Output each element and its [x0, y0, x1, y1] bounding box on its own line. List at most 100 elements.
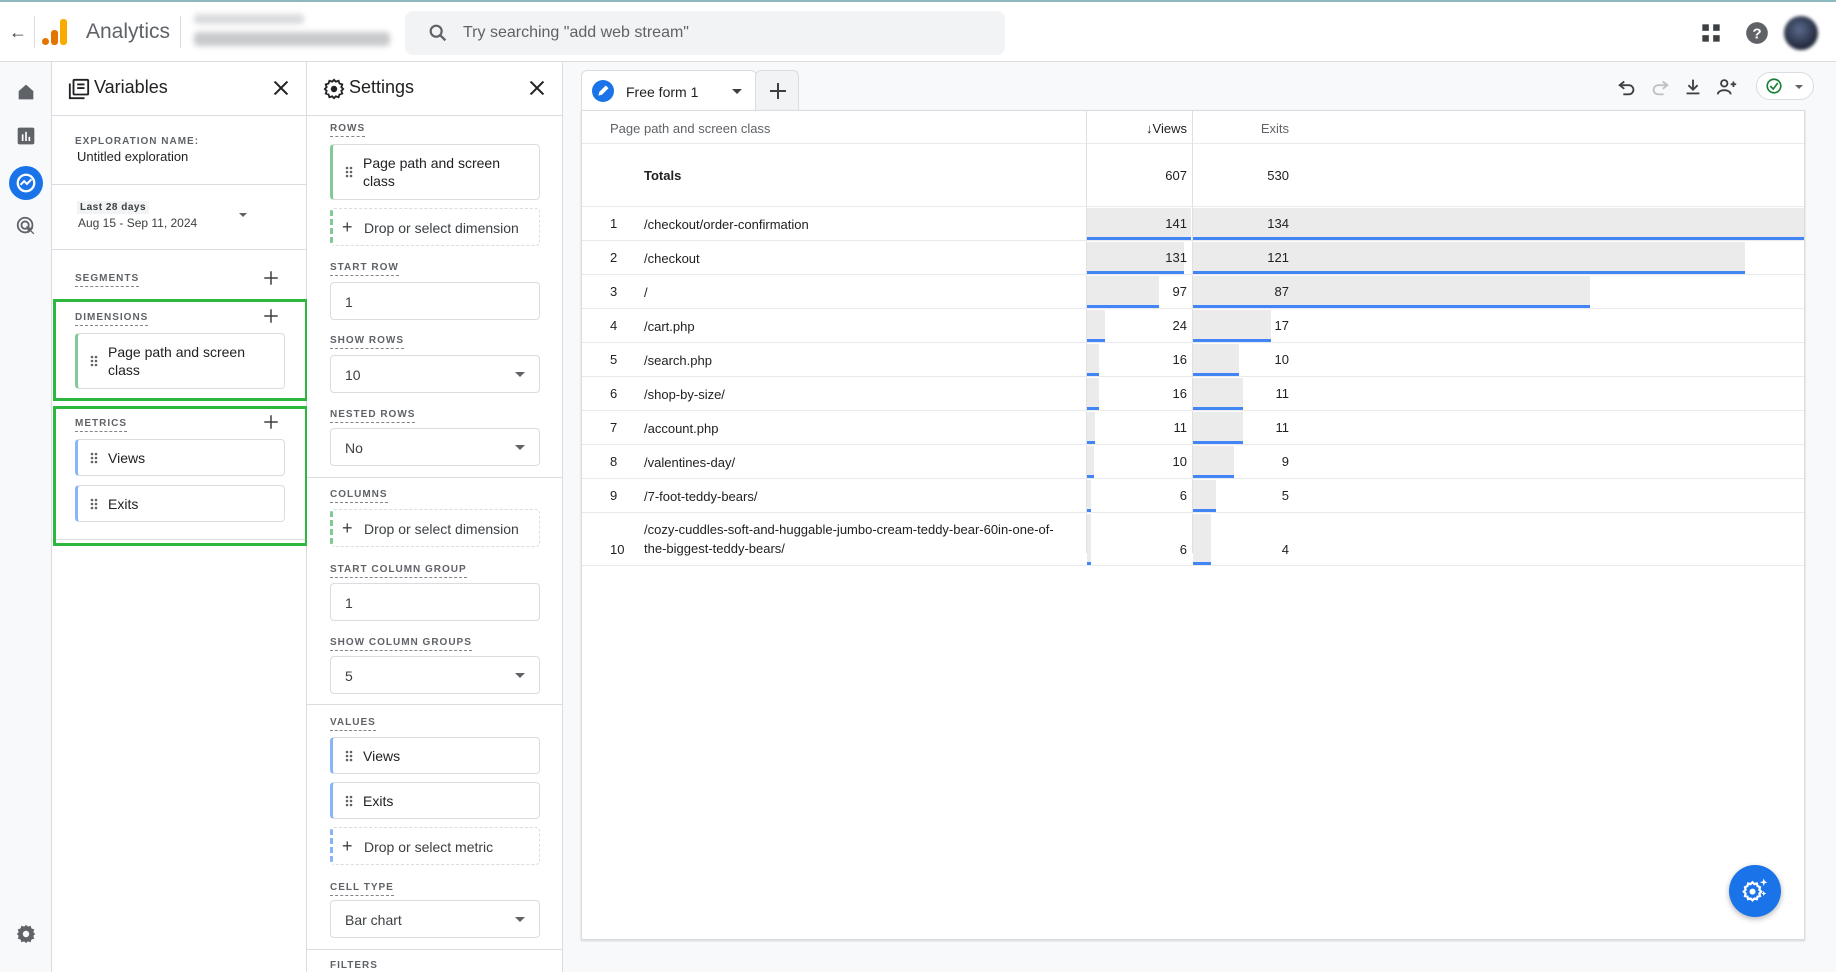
table-row[interactable]: 1/checkout/order-confirmation 141 134: [582, 207, 1804, 241]
check-circle-icon: [1766, 78, 1782, 94]
search-bar[interactable]: [405, 11, 1005, 55]
rows-chip-label: Page path and screen class: [363, 155, 500, 189]
table-row[interactable]: 2/checkout 131 121: [582, 241, 1804, 275]
explore-icon: [16, 173, 36, 193]
table-header: Page path and screen class ↓Views Exits: [582, 111, 1804, 144]
date-range-label: Last 28 days: [77, 201, 150, 214]
drag-handle-icon: [345, 795, 353, 807]
left-nav-rail: [0, 62, 52, 972]
gear-icon: [16, 924, 36, 944]
table-row[interactable]: 7/account.php 11 11: [582, 411, 1804, 445]
column-header-exits[interactable]: Exits: [1193, 121, 1289, 136]
close-settings-icon[interactable]: [526, 77, 548, 99]
exploration-name-input[interactable]: Untitled exploration: [77, 149, 188, 164]
tab-free-form-1[interactable]: Free form 1: [581, 70, 757, 111]
variables-icon: [68, 78, 90, 100]
status-dropdown[interactable]: [1756, 72, 1814, 100]
dropdown-caret-icon: [1795, 85, 1803, 89]
share-add-user-icon[interactable]: [1716, 76, 1738, 98]
edit-pencil-icon: [592, 80, 614, 102]
row-page-path: /7-foot-teddy-bears/: [644, 489, 758, 504]
show-rows-label: SHOW ROWS: [330, 335, 404, 349]
exploration-canvas: Free form 1 Page path and screen class ↓…: [563, 62, 1836, 972]
row-number: 6: [610, 386, 618, 401]
row-exits-value: 4: [1281, 542, 1289, 557]
date-range-picker[interactable]: Last 28 days Aug 15 - Sep 11, 2024: [52, 185, 306, 250]
nested-rows-select[interactable]: No: [330, 428, 540, 466]
table-row[interactable]: 10/cozy-cuddles-soft-and-huggable-jumbo-…: [582, 513, 1804, 566]
close-variables-icon[interactable]: [270, 77, 292, 99]
redo-icon[interactable]: [1649, 76, 1671, 98]
row-views-value: 11: [1173, 420, 1188, 435]
row-views-value: 16: [1172, 352, 1187, 367]
row-exits-value: 121: [1267, 250, 1289, 265]
row-views-value: 141: [1165, 216, 1187, 231]
row-number: 5: [610, 352, 618, 367]
show-column-groups-label: SHOW COLUMN GROUPS: [330, 637, 472, 651]
cell-type-select[interactable]: Bar chart: [330, 900, 540, 938]
dropdown-caret-icon: [515, 673, 525, 678]
variables-title: Variables: [94, 77, 168, 97]
back-button[interactable]: ←: [6, 20, 30, 44]
row-exits-value: 11: [1275, 386, 1290, 401]
settings-header: Settings: [307, 62, 562, 116]
table-row[interactable]: 4/cart.php 24 17: [582, 309, 1804, 343]
start-row-value: 1: [345, 294, 353, 310]
tab-menu-caret-icon[interactable]: [732, 89, 742, 94]
row-number: 7: [610, 420, 618, 435]
values-chip-exits[interactable]: Exits: [330, 782, 540, 819]
show-rows-value: 10: [345, 367, 361, 383]
column-header-views[interactable]: ↓Views: [1087, 121, 1187, 136]
dropdown-caret-icon: [515, 445, 525, 450]
plus-icon: [770, 83, 786, 99]
table-row[interactable]: 6/shop-by-size/16 11: [582, 377, 1804, 411]
table-row[interactable]: 8/valentines-day/10 9: [582, 445, 1804, 479]
show-column-groups-value: 5: [345, 668, 353, 684]
row-page-path: /account.php: [644, 421, 719, 436]
start-row-label: START ROW: [330, 262, 399, 276]
show-rows-select[interactable]: 10: [330, 355, 540, 393]
row-exits-value: 9: [1281, 454, 1289, 469]
rail-item-admin[interactable]: [12, 920, 40, 948]
search-icon: [429, 24, 447, 42]
add-tab-button[interactable]: [755, 70, 799, 110]
table-row[interactable]: 3 / 97 87: [582, 275, 1804, 309]
columns-drop-dimension[interactable]: + Drop or select dimension: [330, 509, 540, 547]
row-page-path: /cozy-cuddles-soft-and-huggable-jumbo-cr…: [644, 522, 1054, 556]
table-row[interactable]: 5/search.php 16 10: [582, 343, 1804, 377]
help-icon[interactable]: ?: [1744, 20, 1770, 46]
table-row[interactable]: 9/7-foot-teddy-bears/6 5: [582, 479, 1804, 513]
rail-item-explore[interactable]: [9, 166, 43, 200]
search-input[interactable]: [463, 11, 983, 55]
values-chip-label: Exits: [363, 793, 394, 809]
start-column-group-label: START COLUMN GROUP: [330, 564, 467, 578]
apps-grid-icon[interactable]: [1698, 20, 1724, 46]
start-row-input[interactable]: 1: [330, 282, 540, 320]
column-header-dimension[interactable]: Page path and screen class: [610, 121, 770, 136]
row-exits-value: 10: [1274, 352, 1289, 367]
account-avatar[interactable]: [1784, 16, 1818, 50]
svg-text:?: ?: [1752, 25, 1761, 42]
rows-drop-dimension[interactable]: + Drop or select dimension: [330, 208, 540, 246]
show-column-groups-select[interactable]: 5: [330, 656, 540, 694]
row-page-path: /search.php: [644, 353, 712, 368]
totals-row: Totals 607 530: [582, 144, 1804, 207]
rail-item-advertising[interactable]: [12, 212, 40, 240]
values-chip-views[interactable]: Views: [330, 737, 540, 774]
download-icon[interactable]: [1682, 76, 1704, 98]
row-number: 4: [610, 318, 618, 333]
exploration-name-section: EXPLORATION NAME: Untitled exploration: [52, 116, 306, 185]
undo-icon[interactable]: [1616, 76, 1638, 98]
account-property-selector[interactable]: [188, 10, 398, 56]
row-number: 10: [610, 542, 625, 557]
dimensions-highlight-box: [53, 299, 308, 401]
rail-item-home[interactable]: [12, 78, 40, 106]
row-views-value: 97: [1172, 284, 1187, 299]
insights-button[interactable]: [1729, 865, 1781, 917]
values-drop-metric[interactable]: + Drop or select metric: [330, 827, 540, 865]
add-segment-icon[interactable]: [262, 269, 280, 287]
section-divider: [307, 704, 562, 705]
rows-dimension-chip[interactable]: Page path and screen class: [330, 144, 540, 200]
rail-item-reports[interactable]: [12, 122, 40, 150]
start-column-group-input[interactable]: 1: [330, 583, 540, 621]
